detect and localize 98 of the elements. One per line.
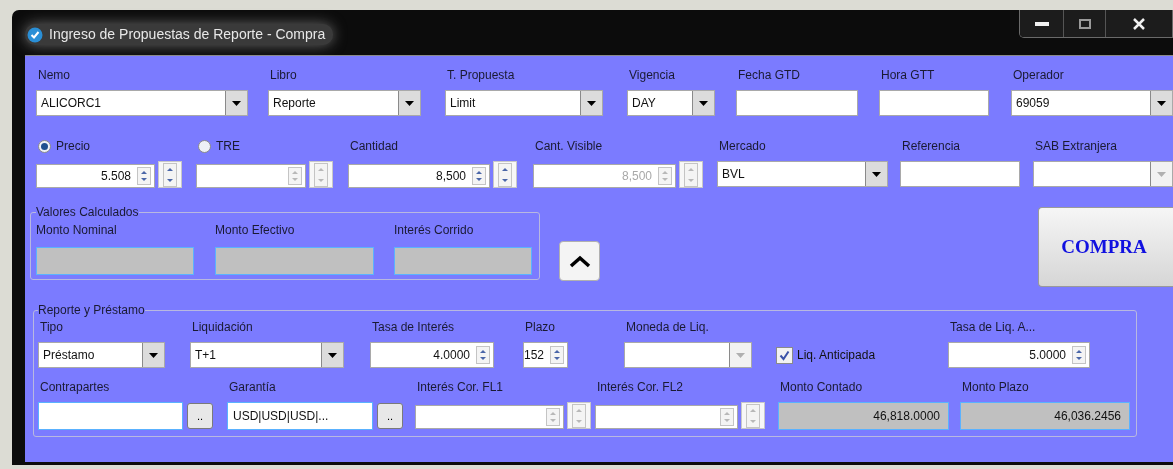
- field-label: TRE: [216, 138, 240, 155]
- number-field[interactable]: 8,500: [348, 164, 490, 188]
- field-label: Fecha GTD: [738, 67, 800, 84]
- field-label: Interés Cor. FL2: [597, 379, 684, 396]
- browse-button[interactable]: ..: [187, 403, 213, 429]
- spin-button[interactable]: [493, 161, 517, 188]
- spin-arrows-icon: [314, 162, 328, 187]
- window-title: Ingreso de Propuestas de Reporte - Compra: [49, 25, 326, 44]
- field-label: Contrapartes: [40, 379, 110, 396]
- dropdown[interactable]: Reporte: [268, 90, 421, 116]
- field-label: Plazo: [525, 319, 556, 336]
- dropdown[interactable]: T+1: [190, 342, 344, 368]
- field-label: Moneda de Liq.: [626, 319, 709, 336]
- spin-arrows-icon: [137, 167, 151, 185]
- number-field[interactable]: 5.0000: [948, 342, 1090, 368]
- number-field[interactable]: 4.0000: [370, 342, 494, 368]
- field-label: Monto Efectivo: [215, 222, 296, 237]
- field-label: SAB Extranjera: [1035, 138, 1118, 155]
- group-title: Reporte y Préstamo: [38, 302, 145, 319]
- caret-icon: [736, 352, 745, 358]
- input-field[interactable]: [38, 402, 183, 430]
- dropdown[interactable]: DAY: [627, 90, 715, 116]
- input-field[interactable]: [879, 90, 989, 116]
- field-label: Cant. Visible: [535, 138, 603, 155]
- spin-arrows-icon: [476, 346, 490, 364]
- checkbox[interactable]: [776, 346, 793, 364]
- chevron-up-icon: [568, 254, 591, 268]
- field-label: Interés Corrido: [394, 222, 475, 237]
- field-label: Interés Cor. FL1: [417, 379, 504, 396]
- spin-arrows-icon: [472, 167, 486, 185]
- field-label: Vigencia: [629, 67, 675, 84]
- caret-icon: [872, 171, 881, 177]
- number-field[interactable]: 152: [523, 342, 568, 368]
- spin-arrows-icon: [498, 162, 512, 187]
- field-label: Monto Contado: [780, 379, 863, 396]
- readonly-field: 46,818.0000: [778, 402, 949, 430]
- group-title: Valores Calculados: [36, 204, 139, 221]
- field-label: Monto Nominal: [36, 222, 118, 237]
- field-label: Tipo: [40, 319, 63, 336]
- check-icon: [27, 26, 43, 43]
- spin-button[interactable]: [309, 161, 333, 188]
- caret-icon: [1157, 100, 1166, 106]
- close-button[interactable]: [1106, 10, 1172, 37]
- spin-button[interactable]: [567, 402, 591, 429]
- spin-arrows-icon: [720, 408, 734, 426]
- spin-button[interactable]: [679, 161, 703, 188]
- number-field[interactable]: 5.508: [36, 164, 155, 188]
- minimize-button[interactable]: [1020, 10, 1064, 37]
- spin-arrows-icon: [550, 346, 565, 364]
- close-icon: [1133, 17, 1145, 30]
- spin-button[interactable]: [741, 402, 765, 429]
- caret-icon: [328, 352, 337, 358]
- field-label: Precio: [56, 138, 90, 155]
- dropdown[interactable]: ALICORC1: [36, 90, 248, 116]
- dropdown[interactable]: Préstamo: [38, 342, 165, 368]
- readonly-field: 46,036.2456: [960, 402, 1130, 430]
- minimize-icon: [1034, 21, 1049, 26]
- dropdown[interactable]: Limit: [445, 90, 603, 116]
- field-label: Mercado: [719, 138, 766, 155]
- caret-icon: [405, 100, 414, 106]
- checkbox-label: Liq. Anticipada: [797, 347, 876, 364]
- spin-button[interactable]: [158, 161, 182, 188]
- field-label: Liquidación: [192, 319, 253, 336]
- spin-arrows-icon: [684, 162, 698, 187]
- spin-arrows-icon: [658, 167, 672, 185]
- caret-icon: [1157, 171, 1166, 177]
- dropdown[interactable]: BVL: [717, 161, 888, 187]
- input-field[interactable]: [900, 161, 1020, 187]
- spin-arrows-icon: [572, 403, 586, 428]
- caret-icon: [587, 100, 596, 106]
- caret-icon: [232, 100, 241, 106]
- spin-arrows-icon: [1072, 346, 1086, 364]
- spin-arrows-icon: [288, 167, 302, 185]
- maximize-button[interactable]: [1064, 10, 1106, 37]
- field-label: Monto Plazo: [962, 379, 1029, 396]
- field-label: Nemo: [38, 67, 70, 84]
- dropdown[interactable]: 69059: [1011, 90, 1173, 116]
- field-label: Tasa de Liq. A...: [950, 319, 1036, 336]
- maximize-icon: [1078, 18, 1091, 29]
- buy-button[interactable]: COMPRA: [1038, 207, 1173, 287]
- field-label: Referencia: [902, 138, 961, 155]
- field-label: Cantidad: [350, 138, 399, 155]
- radio-button[interactable]: [38, 139, 51, 153]
- spin-arrows-icon: [163, 162, 177, 187]
- field-label: Operador: [1013, 67, 1064, 84]
- field-label: Libro: [270, 67, 297, 84]
- input-field[interactable]: [736, 90, 858, 116]
- caret-icon: [149, 352, 158, 358]
- spin-arrows-icon: [746, 403, 760, 428]
- field-label: Hora GTT: [881, 67, 935, 84]
- field-label: Tasa de Interés: [372, 319, 455, 336]
- spin-arrows-icon: [546, 408, 560, 426]
- browse-button[interactable]: ..: [377, 403, 403, 429]
- field-label: Garantía: [229, 379, 276, 396]
- caret-icon: [699, 100, 708, 106]
- collapse-button[interactable]: [559, 241, 600, 281]
- input-field[interactable]: USD|USD|USD|...: [227, 402, 373, 430]
- field-label: T. Propuesta: [447, 67, 515, 84]
